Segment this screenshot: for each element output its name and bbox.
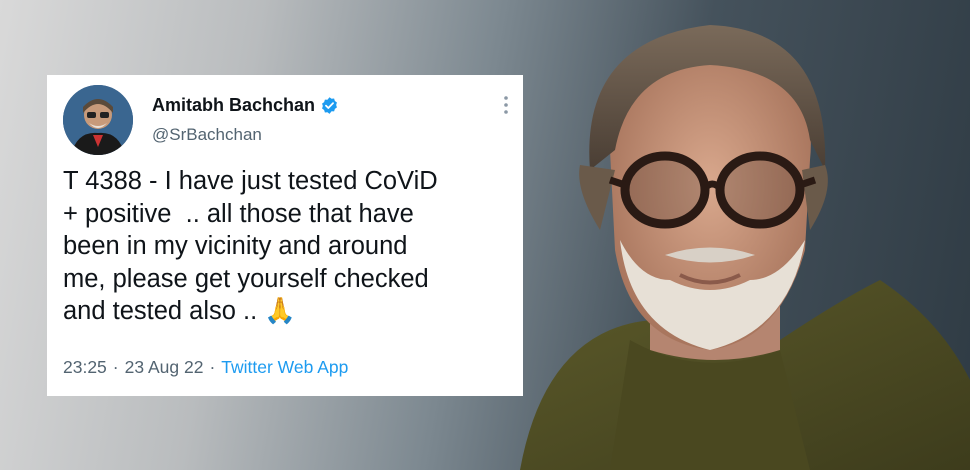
tweet-date[interactable]: 23 Aug 22 [125,357,204,378]
meta-separator: · [112,357,119,377]
avatar[interactable] [63,85,133,155]
author-row: Amitabh Bachchan [152,95,339,116]
portrait-image [520,25,970,470]
source-app-link[interactable]: Twitter Web App [221,357,348,378]
meta-separator-2: · [209,357,216,377]
tweet-text: T 4388 - I have just tested CoViD + posi… [63,167,438,325]
display-name[interactable]: Amitabh Bachchan [152,95,315,116]
verified-badge-icon [322,97,337,114]
tweet-card[interactable]: Amitabh Bachchan @SrBachchan T 4388 - I … [47,75,523,396]
tweet-time[interactable]: 23:25 [63,357,107,378]
author-handle[interactable]: @SrBachchan [152,125,262,145]
tweet-meta: 23:25 · 23 Aug 22 · Twitter Web App [63,357,348,378]
